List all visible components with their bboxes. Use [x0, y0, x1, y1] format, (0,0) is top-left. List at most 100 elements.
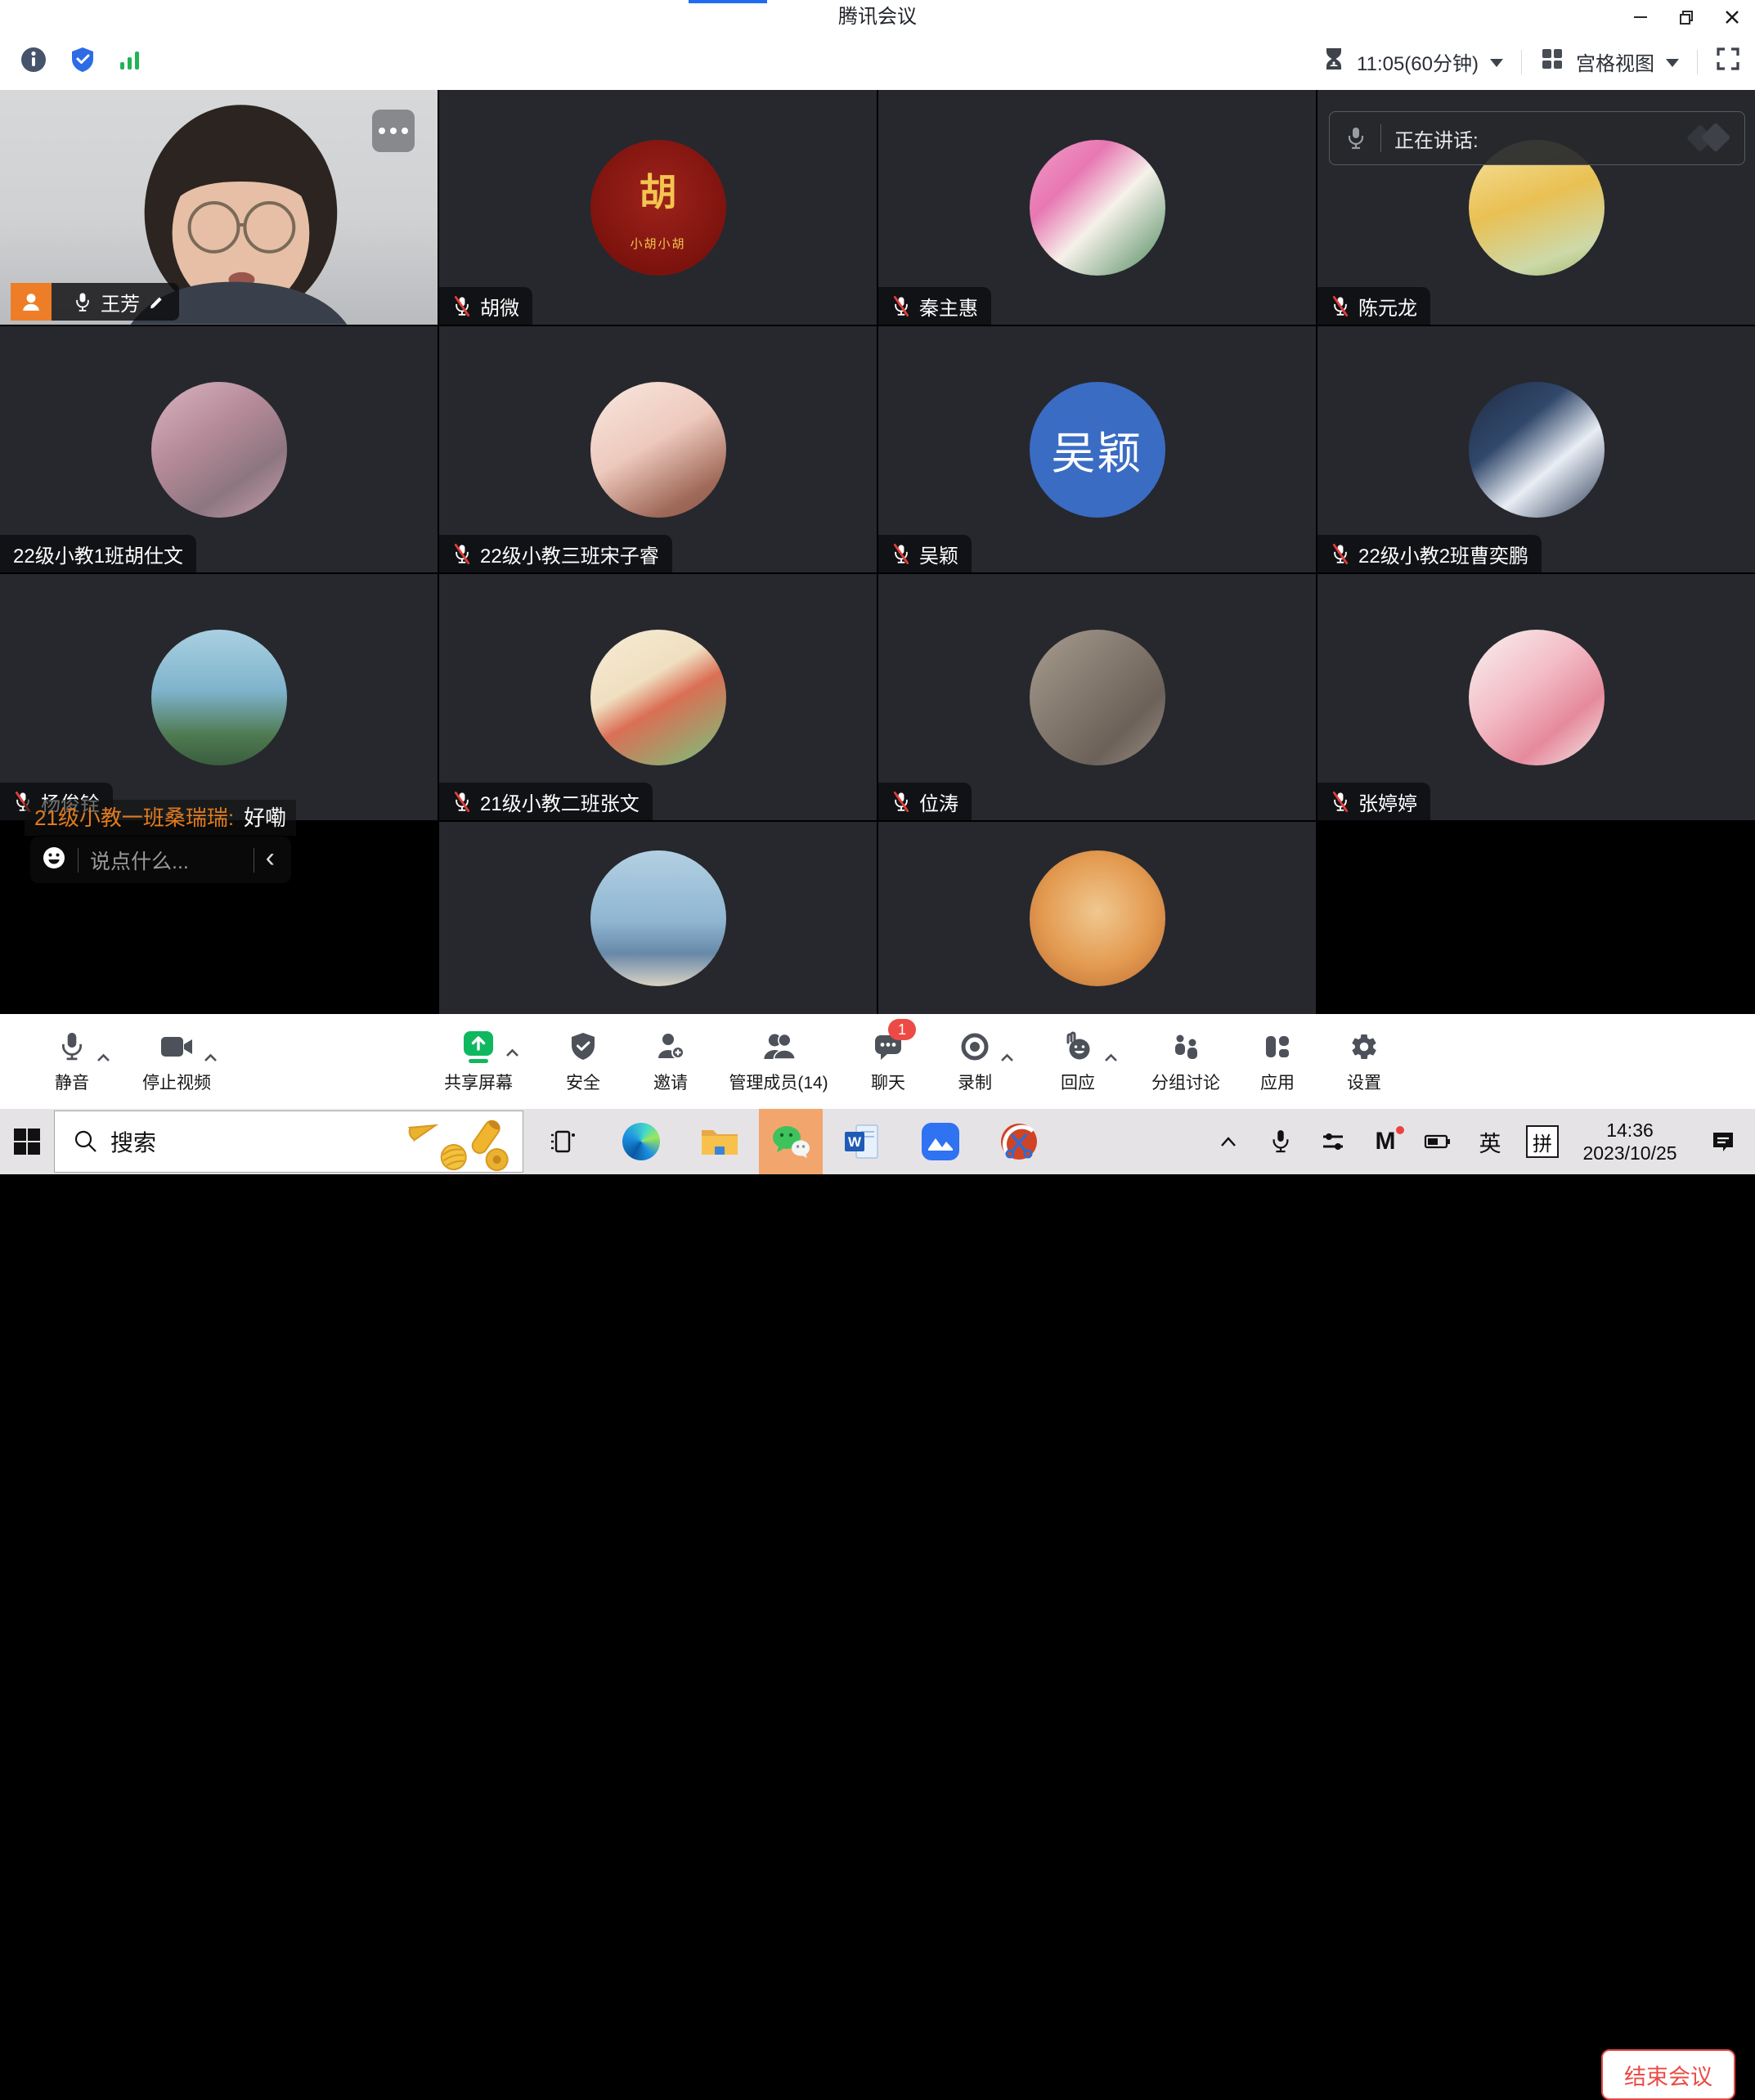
chat-message-text: 好嘞	[244, 805, 286, 830]
meeting-toolbar: 静音 停止视频 共享屏幕 安全	[0, 1014, 1755, 1109]
invite-button[interactable]: 邀请	[653, 1024, 688, 1094]
security-button[interactable]: 安全	[566, 1024, 600, 1094]
participant-tile[interactable]: 22级小教1班胡仕文	[0, 326, 438, 572]
chat-input-bar[interactable]: 说点什么... ‹	[30, 837, 291, 883]
apps-button[interactable]: 应用	[1260, 1024, 1295, 1094]
wechat-button[interactable]	[759, 1109, 823, 1174]
start-button[interactable]	[0, 1109, 54, 1174]
mic-muted-icon	[452, 543, 472, 565]
reaction-icon	[1062, 1031, 1093, 1062]
settings-button[interactable]: 设置	[1347, 1024, 1381, 1094]
participant-tile[interactable]: 正在讲话: 陈元龙	[1317, 90, 1755, 325]
participant-name: 21级小教二班张文	[480, 788, 640, 816]
avatar	[1030, 630, 1165, 765]
network-signal-icon[interactable]	[118, 47, 142, 76]
grid-view-icon[interactable]	[1540, 47, 1564, 77]
participant-tile[interactable]: 吴颖 吴颖	[878, 326, 1316, 572]
participant-tile[interactable]: 22级小教三班宋子睿	[439, 326, 877, 572]
search-placeholder: 搜索	[110, 1125, 156, 1158]
screenshot-tool-icon	[999, 1121, 1039, 1162]
breakout-rooms-button[interactable]: 分组讨论	[1151, 1024, 1220, 1094]
more-options-button[interactable]	[372, 110, 415, 152]
participant-tile[interactable]	[878, 822, 1316, 1014]
file-explorer-icon	[700, 1125, 739, 1158]
fullscreen-icon[interactable]	[1716, 47, 1740, 77]
mic-muted-icon	[452, 295, 472, 317]
minimize-button[interactable]	[1618, 0, 1663, 34]
screenshot-tool-button[interactable]	[980, 1109, 1058, 1174]
emoji-icon[interactable]	[42, 846, 66, 874]
task-view-button[interactable]	[523, 1109, 602, 1174]
share-screen-button[interactable]: 共享屏幕	[444, 1024, 513, 1094]
clock-date: 2023/10/25	[1569, 1142, 1691, 1164]
divider	[1521, 50, 1522, 74]
tray-microphone-icon[interactable]	[1255, 1109, 1307, 1174]
timer-dropdown-caret[interactable]	[1490, 59, 1503, 67]
participant-name: 22级小教1班胡仕文	[13, 540, 183, 568]
record-button[interactable]: 录制	[958, 1024, 992, 1094]
stop-video-button[interactable]: 停止视频	[142, 1024, 211, 1094]
participant-tile[interactable]: 胡 小胡小胡 胡微	[439, 90, 877, 325]
rename-pencil-icon[interactable]	[148, 293, 166, 311]
reactions-button[interactable]: 回应	[1061, 1024, 1095, 1094]
chat-input-placeholder[interactable]: 说点什么...	[90, 846, 242, 875]
collapse-chat-icon[interactable]: ‹	[266, 844, 280, 877]
avatar	[1030, 140, 1165, 276]
security-shield-icon[interactable]	[69, 46, 97, 78]
breakout-icon	[1171, 1033, 1201, 1061]
taskbar-clock[interactable]: 14:36 2023/10/25	[1569, 1119, 1691, 1164]
participant-tile[interactable]: 位涛	[878, 574, 1316, 820]
mic-muted-icon	[891, 295, 911, 317]
edge-browser-button[interactable]	[602, 1109, 680, 1174]
camera-icon	[160, 1034, 193, 1059]
participant-tile[interactable]: 杨俊铨	[0, 574, 438, 820]
avatar	[151, 382, 287, 518]
speaker-mic-icon	[1344, 125, 1367, 151]
view-mode-label[interactable]: 宫格视图	[1576, 47, 1654, 76]
notification-icon	[1710, 1129, 1736, 1155]
participant-name: 位涛	[919, 788, 958, 816]
windows-taskbar: 搜索 W	[0, 1109, 1755, 1174]
view-dropdown-caret[interactable]	[1666, 59, 1679, 67]
search-highlight-image[interactable]	[397, 1113, 519, 1176]
meeting-watermark-logo	[1684, 120, 1730, 156]
participant-name-tag: 王芳	[11, 283, 179, 321]
participant-tile[interactable]: 秦主惠	[878, 90, 1316, 325]
close-button[interactable]	[1709, 0, 1755, 34]
meeting-app-button[interactable]	[901, 1109, 980, 1174]
tencent-meeting-window: 腾讯会议	[0, 0, 1755, 1174]
svg-text:W: W	[848, 1134, 862, 1150]
word-icon: W	[843, 1124, 881, 1160]
hidden-icons-chevron[interactable]	[1202, 1109, 1255, 1174]
speaking-label: 正在讲话:	[1394, 124, 1479, 153]
tray-mixer-icon[interactable]	[1307, 1109, 1359, 1174]
search-icon	[73, 1129, 99, 1155]
ime-pinyin-indicator[interactable]: 拼	[1516, 1109, 1569, 1174]
participant-tile[interactable]	[439, 822, 877, 1014]
word-button[interactable]: W	[823, 1109, 901, 1174]
tray-battery-icon[interactable]	[1412, 1109, 1464, 1174]
meeting-app-icon	[920, 1121, 961, 1162]
participant-tile[interactable]: 22级小教2班曹奕鹏	[1317, 326, 1755, 572]
taskbar-search-input[interactable]: 搜索	[54, 1111, 523, 1173]
participant-name: 王芳	[101, 288, 140, 316]
clock-time: 14:36	[1569, 1119, 1691, 1142]
avatar: 吴颖	[1030, 382, 1165, 518]
action-center-button[interactable]	[1691, 1109, 1755, 1174]
participant-name: 陈元龙	[1358, 292, 1417, 321]
participant-name-tag: 胡微	[439, 287, 532, 325]
settings-gear-icon	[1349, 1032, 1379, 1061]
language-indicator[interactable]: 英	[1464, 1109, 1516, 1174]
end-meeting-button[interactable]: 结束会议	[1601, 2049, 1735, 2100]
manage-members-button[interactable]: 管理成员(14)	[729, 1024, 828, 1094]
participant-tile[interactable]: 王芳	[0, 90, 438, 325]
mute-button[interactable]: 静音	[55, 1024, 89, 1094]
participant-tile[interactable]: 21级小教二班张文	[439, 574, 877, 820]
tray-meeting-icon[interactable]: M	[1359, 1109, 1412, 1174]
participant-name-tag: 陈元龙	[1317, 287, 1430, 325]
info-icon[interactable]	[20, 46, 47, 78]
chat-button[interactable]: 1 聊天	[871, 1024, 905, 1094]
restore-button[interactable]	[1663, 0, 1709, 34]
file-explorer-button[interactable]	[680, 1109, 759, 1174]
participant-tile[interactable]: 张婷婷	[1317, 574, 1755, 820]
